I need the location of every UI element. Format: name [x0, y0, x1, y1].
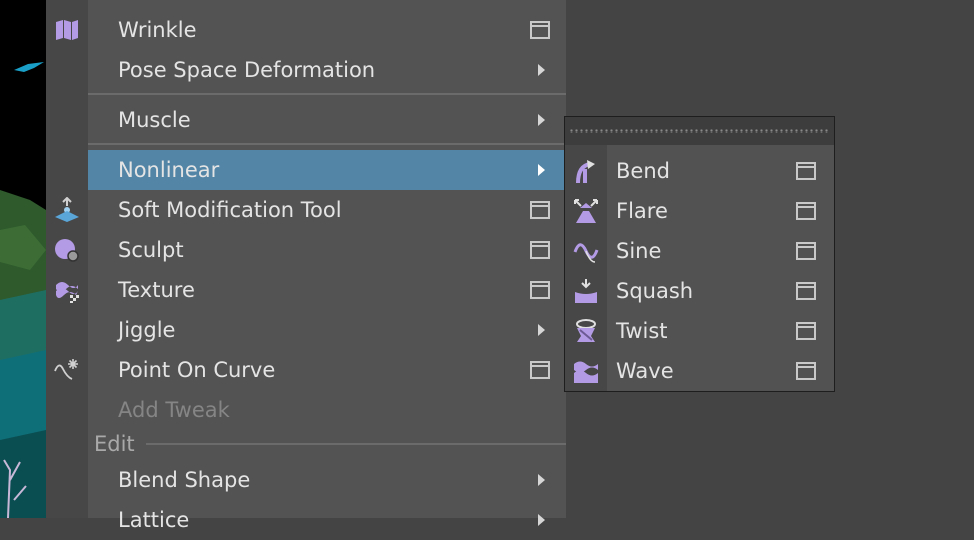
menu-item-label: Wrinkle [118, 18, 197, 42]
menu-item-point-on-curve[interactable]: Point On Curve [88, 350, 566, 390]
option-box-icon[interactable] [796, 242, 816, 260]
submenu-item-flare[interactable]: Flare [565, 191, 834, 231]
submenu-arrow-icon [538, 114, 545, 126]
option-box-icon[interactable] [796, 202, 816, 220]
submenu-item-label: Flare [616, 199, 668, 223]
menu-item-label: Muscle [118, 108, 191, 132]
tear-off-bar[interactable] [565, 117, 834, 145]
section-header-edit: Edit [94, 432, 135, 456]
menu-item-nonlinear[interactable]: Nonlinear [88, 150, 566, 190]
submenu-item-label: Sine [616, 239, 662, 263]
wave-icon [574, 361, 598, 383]
menu-item-label: Texture [118, 278, 195, 302]
twist-icon [576, 319, 596, 342]
menu-item-sculpt[interactable]: Sculpt [88, 230, 566, 270]
menu-item-partial[interactable] [88, 0, 566, 10]
sculpt-icon [55, 239, 79, 262]
submenu-item-bend[interactable]: Bend [565, 151, 834, 191]
menu-item-lattice[interactable]: Lattice [88, 500, 566, 540]
squash-icon [575, 279, 597, 303]
submenu-item-sine[interactable]: Sine [565, 231, 834, 271]
wrinkle-icon [56, 20, 78, 40]
menu-item-label: Lattice [118, 508, 190, 532]
submenu-item-wave[interactable]: Wave [565, 351, 834, 391]
menu-item-label: Pose Space Deformation [118, 58, 376, 82]
viewport-scene [0, 62, 46, 518]
menu-divider [88, 93, 566, 95]
bend-icon [576, 160, 595, 184]
submenu-arrow-icon [538, 64, 545, 76]
option-box-icon[interactable] [530, 21, 550, 39]
menu-item-label: Blend Shape [118, 468, 251, 492]
menu-item-label: Sculpt [118, 238, 184, 262]
submenu-arrow-icon [538, 324, 545, 336]
deform-menu: Wrinkle Pose Space Deformation Muscle No… [46, 0, 566, 532]
option-box-icon[interactable] [796, 162, 816, 180]
option-box-icon[interactable] [796, 362, 816, 380]
option-box-icon[interactable] [796, 322, 816, 340]
option-box-icon[interactable] [530, 361, 550, 379]
menu-item-wrinkle[interactable]: Wrinkle [88, 10, 566, 50]
submenu-item-label: Twist [616, 319, 668, 343]
option-box-icon[interactable] [530, 241, 550, 259]
menu-item-muscle[interactable]: Muscle [88, 100, 566, 140]
menu-item-blend-shape[interactable]: Blend Shape [88, 460, 566, 500]
menu-item-label: Point On Curve [118, 358, 276, 382]
submenu-item-label: Bend [616, 159, 670, 183]
texture-deformer-icon [56, 282, 79, 303]
menu-divider [88, 143, 566, 145]
menu-item-label: Soft Modification Tool [118, 198, 342, 222]
section-divider [146, 443, 566, 445]
menu-item-label: Add Tweak [118, 398, 230, 422]
menu-item-add-tweak: Add Tweak [88, 390, 566, 430]
option-box-icon[interactable] [530, 281, 550, 299]
flare-icon [574, 199, 598, 223]
submenu-item-label: Squash [616, 279, 694, 303]
nonlinear-submenu: Bend Flare Sine Squash Twist Wave [564, 116, 835, 392]
point-on-curve-icon [54, 359, 78, 380]
menu-item-jiggle[interactable]: Jiggle [88, 310, 566, 350]
submenu-item-twist[interactable]: Twist [565, 311, 834, 351]
option-box-icon[interactable] [530, 201, 550, 219]
menu-item-texture[interactable]: Texture [88, 270, 566, 310]
menu-item-label: Jiggle [118, 318, 176, 342]
sine-icon [573, 243, 599, 263]
submenu-item-label: Wave [616, 359, 674, 383]
menu-item-soft-modification-tool[interactable]: Soft Modification Tool [88, 190, 566, 230]
option-box-icon[interactable] [796, 282, 816, 300]
submenu-arrow-icon [538, 164, 545, 176]
submenu-arrow-icon [538, 474, 545, 486]
menu-item-label: Nonlinear [118, 158, 220, 182]
viewport-panel[interactable] [0, 0, 46, 518]
menu-item-pose-space-deformation[interactable]: Pose Space Deformation [88, 50, 566, 90]
soft-modification-icon [55, 197, 79, 222]
submenu-arrow-icon [538, 514, 545, 526]
submenu-item-squash[interactable]: Squash [565, 271, 834, 311]
